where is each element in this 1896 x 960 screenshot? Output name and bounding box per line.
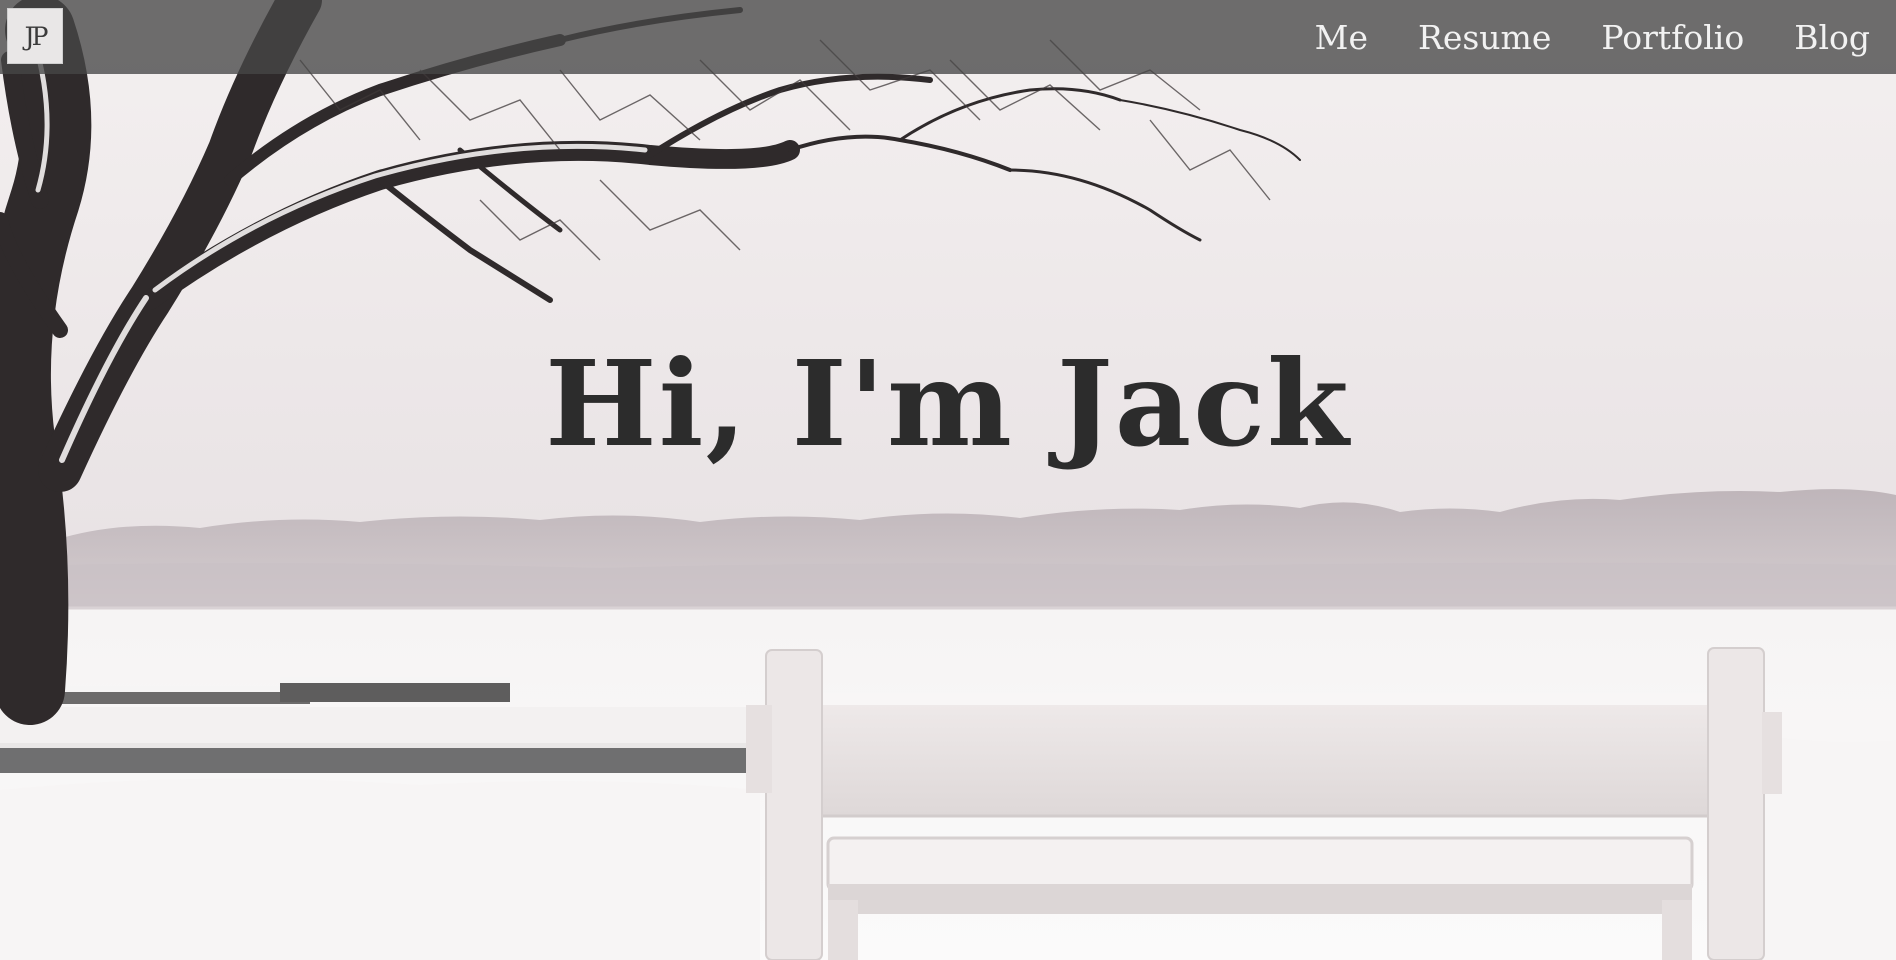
- nav-link-portfolio[interactable]: Portfolio: [1601, 18, 1744, 57]
- hero-headline: Hi, I'm Jack: [545, 334, 1351, 473]
- nav-link-me[interactable]: Me: [1315, 18, 1368, 57]
- page: JP Me Resume Portfolio Blog Hi, I'm Jack: [0, 0, 1896, 960]
- site-logo[interactable]: JP: [7, 8, 63, 64]
- nav-link-resume[interactable]: Resume: [1418, 18, 1551, 57]
- main-nav: Me Resume Portfolio Blog: [1265, 0, 1870, 74]
- nav-link-blog[interactable]: Blog: [1794, 18, 1870, 57]
- hero-background-photo: [0, 0, 1896, 960]
- top-navbar: JP Me Resume Portfolio Blog: [0, 0, 1896, 74]
- logo-text: JP: [24, 21, 49, 51]
